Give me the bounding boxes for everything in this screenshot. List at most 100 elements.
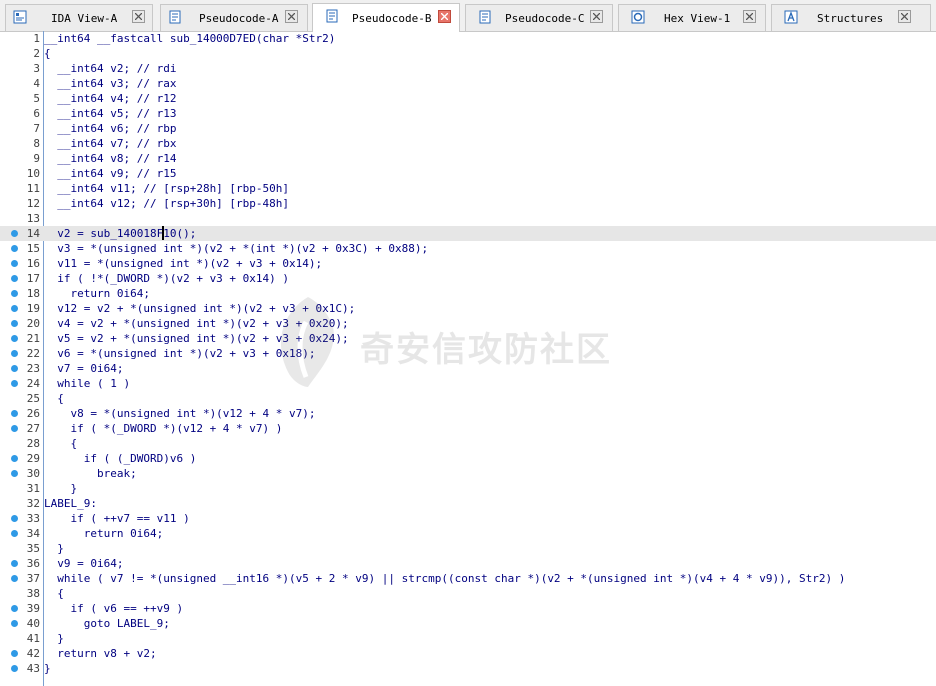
- tab-hex-view-1[interactable]: Hex View-1: [618, 4, 766, 31]
- close-icon[interactable]: [438, 10, 451, 23]
- code-line[interactable]: 2{: [0, 46, 936, 61]
- code-text[interactable]: if ( v6 == ++v9 ): [44, 602, 183, 615]
- code-line[interactable]: 13: [0, 211, 936, 226]
- code-text[interactable]: __int64 v5; // r13: [44, 107, 176, 120]
- code-text[interactable]: __int64 v9; // r15: [44, 167, 176, 180]
- code-text[interactable]: v8 = *(unsigned int *)(v12 + 4 * v7);: [44, 407, 315, 420]
- code-line[interactable]: 36 v9 = 0i64;: [0, 556, 936, 571]
- line-number: 43: [26, 662, 40, 675]
- code-text[interactable]: __int64 v4; // r12: [44, 92, 176, 105]
- code-line[interactable]: 29 if ( (_DWORD)v6 ): [0, 451, 936, 466]
- code-text[interactable]: if ( (_DWORD)v6 ): [44, 452, 197, 465]
- code-line[interactable]: 11 __int64 v11; // [rsp+28h] [rbp-50h]: [0, 181, 936, 196]
- tab-pseudocode-b[interactable]: Pseudocode-B: [312, 3, 460, 32]
- code-text[interactable]: __int64 v7; // rbx: [44, 137, 176, 150]
- code-text[interactable]: {: [44, 437, 77, 450]
- code-line[interactable]: 40 goto LABEL_9;: [0, 616, 936, 631]
- code-text[interactable]: if ( !*(_DWORD *)(v2 + v3 + 0x14) ): [44, 272, 289, 285]
- code-line[interactable]: 41 }: [0, 631, 936, 646]
- line-number: 16: [26, 257, 40, 270]
- code-line[interactable]: 26 v8 = *(unsigned int *)(v12 + 4 * v7);: [0, 406, 936, 421]
- tab-pseudocode-a[interactable]: Pseudocode-A: [160, 4, 308, 31]
- code-line[interactable]: 34 return 0i64;: [0, 526, 936, 541]
- code-text[interactable]: __int64 __fastcall sub_14000D7ED(char *S…: [44, 32, 335, 45]
- code-text[interactable]: __int64 v12; // [rsp+30h] [rbp-48h]: [44, 197, 289, 210]
- code-text[interactable]: break;: [44, 467, 137, 480]
- code-line[interactable]: 27 if ( *(_DWORD *)(v12 + 4 * v7) ): [0, 421, 936, 436]
- line-number: 13: [26, 212, 40, 225]
- code-text[interactable]: __int64 v3; // rax: [44, 77, 176, 90]
- line-number: 29: [26, 452, 40, 465]
- code-text[interactable]: while ( 1 ): [44, 377, 130, 390]
- code-text[interactable]: LABEL_9:: [44, 497, 97, 510]
- code-text[interactable]: __int64 v11; // [rsp+28h] [rbp-50h]: [44, 182, 289, 195]
- line-number: 35: [26, 542, 40, 555]
- code-text[interactable]: }: [44, 482, 77, 495]
- code-text[interactable]: return 0i64;: [44, 527, 163, 540]
- code-line[interactable]: 17 if ( !*(_DWORD *)(v2 + v3 + 0x14) ): [0, 271, 936, 286]
- code-line[interactable]: 32 LABEL_9:: [0, 496, 936, 511]
- code-text[interactable]: while ( v7 != *(unsigned __int16 *)(v5 +…: [44, 572, 845, 585]
- code-text[interactable]: v11 = *(unsigned int *)(v2 + v3 + 0x14);: [44, 257, 322, 270]
- code-text[interactable]: {: [44, 587, 64, 600]
- line-number: 28: [26, 437, 40, 450]
- line-number: 33: [26, 512, 40, 525]
- close-icon[interactable]: [898, 10, 911, 23]
- code-line[interactable]: 28 {: [0, 436, 936, 451]
- line-number: 30: [26, 467, 40, 480]
- code-text[interactable]: if ( *(_DWORD *)(v12 + 4 * v7) ): [44, 422, 282, 435]
- line-number: 40: [26, 617, 40, 630]
- code-line[interactable]: 42 return v8 + v2;: [0, 646, 936, 661]
- tab-ida-view-a[interactable]: IDA View-A: [5, 4, 153, 31]
- code-text[interactable]: {: [44, 392, 64, 405]
- code-line[interactable]: 35 }: [0, 541, 936, 556]
- code-line[interactable]: 37 while ( v7 != *(unsigned __int16 *)(v…: [0, 571, 936, 586]
- code-line[interactable]: 38 {: [0, 586, 936, 601]
- code-line[interactable]: 31 }: [0, 481, 936, 496]
- code-line[interactable]: 6 __int64 v5; // r13: [0, 106, 936, 121]
- code-line[interactable]: 39 if ( v6 == ++v9 ): [0, 601, 936, 616]
- code-line[interactable]: 1 __int64 __fastcall sub_14000D7ED(char *…: [0, 31, 936, 46]
- code-text[interactable]: }: [44, 632, 64, 645]
- code-text[interactable]: __int64 v2; // rdi: [44, 62, 176, 75]
- line-number: 38: [26, 587, 40, 600]
- close-icon[interactable]: [743, 10, 756, 23]
- close-icon[interactable]: [132, 10, 145, 23]
- code-text[interactable]: {: [44, 47, 51, 60]
- tab-pseudocode-c[interactable]: Pseudocode-C: [465, 4, 613, 31]
- code-text[interactable]: v2 = sub_140018F10();: [44, 227, 196, 240]
- line-number: 17: [26, 272, 40, 285]
- code-line[interactable]: 10 __int64 v9; // r15: [0, 166, 936, 181]
- code-text[interactable]: }: [44, 542, 64, 555]
- close-icon[interactable]: [590, 10, 603, 23]
- structures-icon: [784, 10, 798, 24]
- code-text[interactable]: return 0i64;: [44, 287, 149, 300]
- line-number: 21: [26, 332, 40, 345]
- code-line[interactable]: 16 v11 = *(unsigned int *)(v2 + v3 + 0x1…: [0, 256, 936, 271]
- code-text[interactable]: v9 = 0i64;: [44, 557, 123, 570]
- code-text[interactable]: if ( ++v7 == v11 ): [44, 512, 189, 525]
- code-line[interactable]: 7 __int64 v6; // rbp: [0, 121, 936, 136]
- line-number: 37: [26, 572, 40, 585]
- code-line[interactable]: 30 break;: [0, 466, 936, 481]
- code-text[interactable]: __int64 v8; // r14: [44, 152, 176, 165]
- code-line[interactable]: 15 v3 = *(unsigned int *)(v2 + *(int *)(…: [0, 241, 936, 256]
- code-line[interactable]: 9 __int64 v8; // r14: [0, 151, 936, 166]
- code-text[interactable]: return v8 + v2;: [44, 647, 156, 660]
- code-text[interactable]: v3 = *(unsigned int *)(v2 + *(int *)(v2 …: [44, 242, 428, 255]
- line-number: 34: [26, 527, 40, 540]
- code-line[interactable]: 43}: [0, 661, 936, 676]
- code-line[interactable]: 14 v2 = sub_140018F10();: [0, 226, 936, 241]
- code-line[interactable]: 33 if ( ++v7 == v11 ): [0, 511, 936, 526]
- code-text[interactable]: v7 = 0i64;: [44, 362, 123, 375]
- close-icon[interactable]: [285, 10, 298, 23]
- code-text[interactable]: }: [44, 662, 51, 675]
- code-line[interactable]: 3 __int64 v2; // rdi: [0, 61, 936, 76]
- code-line[interactable]: 12 __int64 v12; // [rsp+30h] [rbp-48h]: [0, 196, 936, 211]
- tab-structures[interactable]: Structures: [771, 4, 931, 31]
- code-line[interactable]: 8 __int64 v7; // rbx: [0, 136, 936, 151]
- code-text[interactable]: goto LABEL_9;: [44, 617, 170, 630]
- code-line[interactable]: 5 __int64 v4; // r12: [0, 91, 936, 106]
- code-text[interactable]: __int64 v6; // rbp: [44, 122, 176, 135]
- code-line[interactable]: 4 __int64 v3; // rax: [0, 76, 936, 91]
